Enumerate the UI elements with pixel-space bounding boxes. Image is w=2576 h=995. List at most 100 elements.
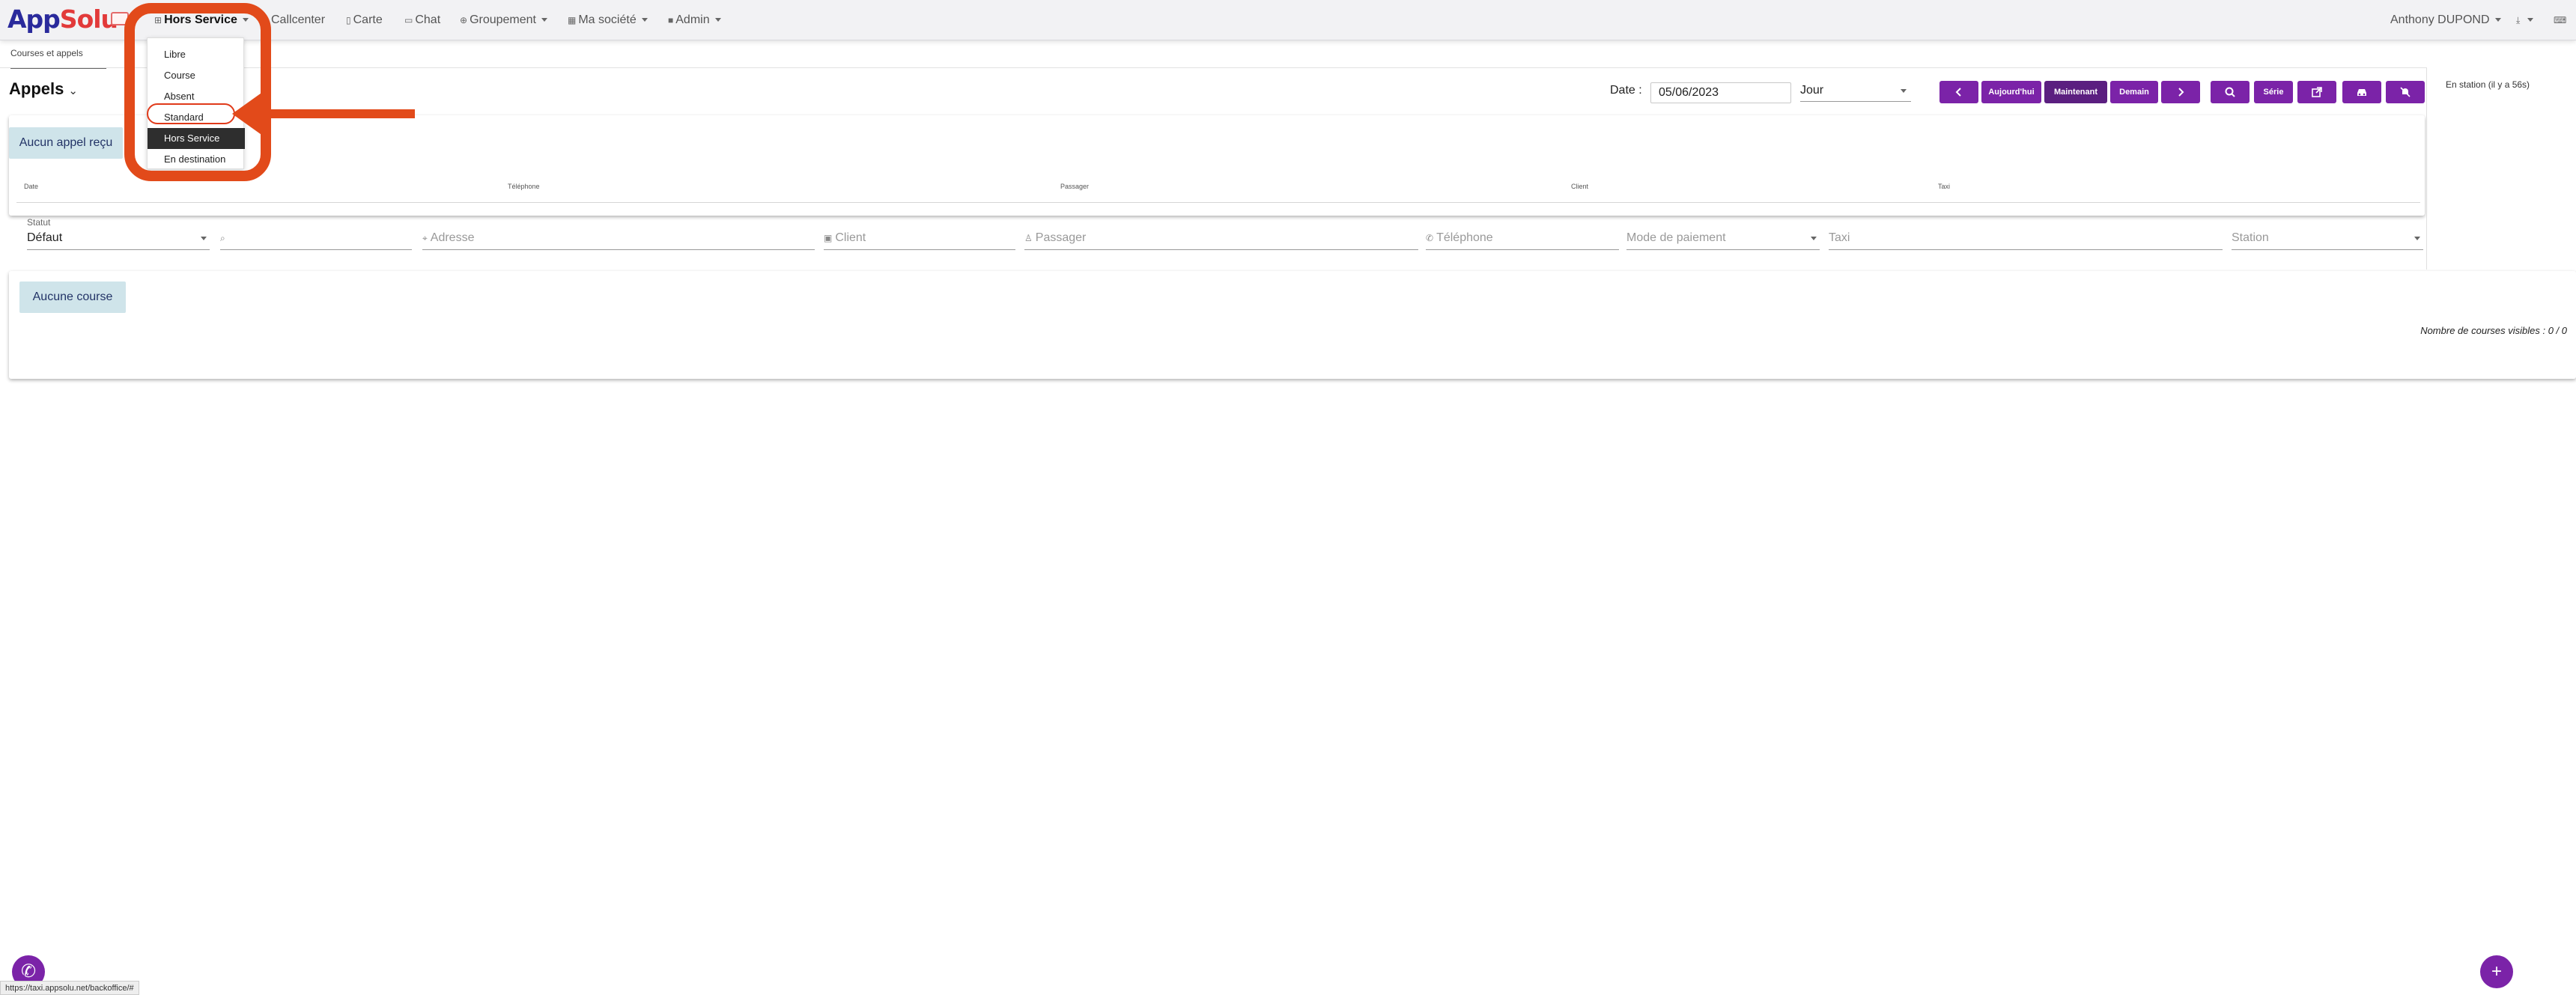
- nav-ma-societe[interactable]: ▦ Ma société: [568, 0, 648, 40]
- series-button-label: Série: [2263, 88, 2284, 97]
- calls-table-divider: [16, 202, 2420, 203]
- search-button[interactable]: [2211, 81, 2250, 103]
- address-filter-input[interactable]: ⌖ Adresse: [422, 226, 815, 250]
- date-label: Date :: [1610, 84, 1642, 97]
- user-name: Anthony DUPOND: [2390, 13, 2490, 26]
- tab-courses-et-appels[interactable]: Courses et appels: [10, 43, 106, 69]
- phone-icon: ✆: [20, 961, 37, 982]
- taxi-button[interactable]: [2342, 81, 2381, 103]
- person-icon: ♙: [1024, 233, 1033, 243]
- client-filter-input[interactable]: ▣ Client: [824, 226, 1015, 250]
- annotation-arrow-shaft: [252, 109, 415, 118]
- tab-courses-label: Courses et appels: [10, 48, 83, 58]
- download-icon: ⤓: [2516, 15, 2521, 25]
- search-icon: [2225, 87, 2235, 97]
- search-icon: ⌕: [220, 233, 225, 243]
- chevron-down-icon: ⌄: [68, 85, 78, 97]
- nav-groupement[interactable]: ⊕ Groupement: [460, 0, 547, 40]
- now-button[interactable]: Maintenant: [2044, 81, 2107, 103]
- building-icon: ▦: [568, 15, 577, 25]
- admin-icon: ■: [668, 15, 674, 25]
- series-button[interactable]: Série: [2254, 81, 2293, 103]
- open-external-button[interactable]: [2297, 81, 2336, 103]
- phone-filter-input[interactable]: ✆ Téléphone: [1426, 226, 1619, 250]
- calls-column-taxi[interactable]: Taxi: [1938, 183, 1950, 190]
- passenger-filter-placeholder: Passager: [1035, 231, 1087, 244]
- nav-admin[interactable]: ■ Admin: [668, 0, 721, 40]
- nav-chat[interactable]: ▭ Chat: [404, 0, 440, 40]
- nav-callcenter[interactable]: Callcenter: [271, 0, 325, 40]
- nav-carte[interactable]: ▯ Carte: [346, 0, 383, 40]
- client-icon: ▣: [824, 233, 833, 243]
- period-select[interactable]: Jour: [1800, 82, 1911, 102]
- taxi-filter-placeholder: Taxi: [1829, 231, 1850, 244]
- status-filter-select[interactable]: Défaut: [27, 226, 210, 250]
- tomorrow-button[interactable]: Demain: [2110, 81, 2158, 103]
- payment-mode-placeholder: Mode de paiement: [1626, 231, 1726, 244]
- bell-off-icon: [2400, 87, 2411, 97]
- calls-column-passager[interactable]: Passager: [1060, 183, 1089, 190]
- calls-title[interactable]: Appels ⌄: [9, 79, 78, 99]
- calls-column-telephone[interactable]: Téléphone: [508, 183, 540, 190]
- car-icon: [2357, 89, 2366, 97]
- station-filter-placeholder: Station: [2232, 231, 2269, 244]
- today-button-label: Aujourd'hui: [1988, 88, 2035, 97]
- chevron-down-icon: [541, 18, 547, 22]
- station-status-text: En station (il y a 56s): [2446, 79, 2530, 90]
- calls-column-client[interactable]: Client: [1571, 183, 1588, 190]
- side-panel: [2426, 67, 2576, 270]
- app-root: { "brand": {"logo_app": "App", "logo_sol…: [0, 0, 2576, 995]
- group-icon: ⊕: [460, 15, 468, 25]
- phone-filter-placeholder: Téléphone: [1436, 231, 1493, 244]
- chevron-down-icon: [2414, 237, 2420, 240]
- date-input[interactable]: [1650, 82, 1791, 103]
- phone-icon: ✆: [1426, 233, 1434, 243]
- nav-groupement-label: Groupement: [470, 13, 536, 26]
- period-select-value: Jour: [1800, 84, 1824, 97]
- taxi-filter-input[interactable]: Taxi: [1829, 226, 2223, 250]
- status-filter-value: Défaut: [27, 231, 63, 244]
- chevron-left-icon: [1955, 88, 1961, 97]
- no-calls-badge: Aucun appel reçu: [9, 127, 123, 159]
- no-courses-badge: Aucune course: [19, 282, 126, 313]
- calls-title-text: Appels: [9, 79, 64, 98]
- nav-chat-label: Chat: [415, 13, 441, 26]
- next-day-button[interactable]: [2161, 81, 2200, 103]
- chevron-down-icon: [1811, 237, 1817, 240]
- today-button[interactable]: Aujourd'hui: [1981, 81, 2041, 103]
- plus-icon: +: [2491, 961, 2502, 982]
- tomorrow-button-label: Demain: [2119, 88, 2149, 97]
- nav-carte-label: Carte: [353, 13, 383, 26]
- keyboard-icon: ⌨: [2554, 15, 2567, 25]
- address-filter-placeholder: Adresse: [430, 231, 475, 244]
- previous-day-button[interactable]: [1939, 81, 1978, 103]
- calls-card: [9, 115, 2425, 216]
- logo-text-app: App: [7, 4, 61, 34]
- chevron-down-icon: [714, 18, 721, 22]
- calls-column-date[interactable]: Date: [24, 183, 38, 190]
- nav-ma-societe-label: Ma société: [578, 13, 637, 26]
- courses-card: [9, 271, 2576, 379]
- location-pin-icon: ⌖: [422, 233, 428, 243]
- user-menu[interactable]: Anthony DUPOND: [2390, 0, 2501, 40]
- search-filter-input[interactable]: ⌕: [220, 226, 412, 250]
- passenger-filter-input[interactable]: ♙ Passager: [1024, 226, 1418, 250]
- download-menu[interactable]: ⤓: [2516, 0, 2534, 40]
- client-filter-placeholder: Client: [835, 231, 866, 244]
- appsolu-logo[interactable]: AppSolu: [7, 4, 118, 34]
- chat-icon: ▭: [404, 15, 413, 25]
- top-navbar: [0, 0, 2576, 40]
- payment-mode-select[interactable]: Mode de paiement: [1626, 226, 1820, 250]
- annotation-arrow-head: [232, 91, 264, 136]
- logo-text-solu: Solu: [59, 4, 118, 34]
- chevron-down-icon: [1901, 89, 1907, 93]
- keyboard-button[interactable]: ⌨: [2554, 0, 2569, 40]
- map-icon: ▯: [346, 15, 351, 25]
- mute-notifications-button[interactable]: [2386, 81, 2425, 103]
- add-fab-button[interactable]: +: [2480, 955, 2513, 988]
- station-filter-select[interactable]: Station: [2232, 226, 2423, 250]
- chevron-right-icon: [2178, 88, 2184, 97]
- now-button-label: Maintenant: [2053, 88, 2098, 97]
- nav-callcenter-label: Callcenter: [271, 13, 326, 26]
- external-link-icon: [2312, 87, 2322, 97]
